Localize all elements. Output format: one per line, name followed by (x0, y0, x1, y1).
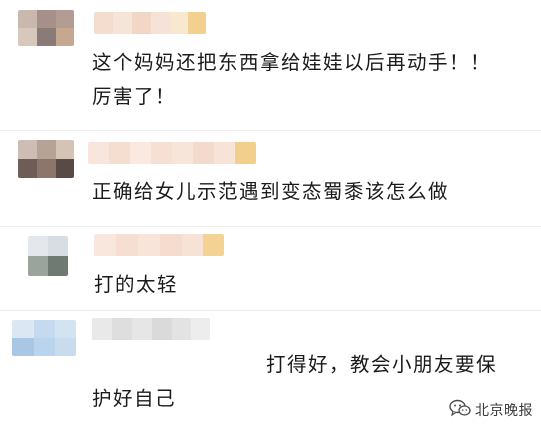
avatar[interactable] (18, 10, 74, 46)
wechat-icon (449, 399, 471, 421)
username[interactable] (88, 142, 256, 164)
avatar[interactable] (28, 236, 68, 276)
comment-text: 护好自己 (92, 387, 177, 410)
comment-item: 打的太轻 (0, 226, 541, 312)
comment-text: 打的太轻 (94, 273, 179, 296)
comment-text: 厉害了！ (92, 85, 177, 108)
comment-text: 正确给女儿示范遇到变态蜀黍该怎么做 (92, 180, 450, 203)
comment-item: 正确给女儿示范遇到变态蜀黍该怎么做 (0, 130, 541, 230)
comment-item: 这个妈妈还把东西拿给娃娃以后再动手！！ 厉害了！ (0, 0, 541, 128)
comment-text: 这个妈妈还把东西拿给娃娃以后再动手！！ (92, 51, 492, 74)
source-watermark: 北京晚报 (449, 399, 533, 421)
username[interactable] (94, 234, 224, 256)
watermark-text: 北京晚报 (475, 403, 533, 419)
username[interactable] (94, 12, 206, 34)
username[interactable] (92, 318, 210, 340)
avatar[interactable] (12, 320, 76, 356)
avatar[interactable] (18, 140, 74, 178)
comment-text: 打得好，教会小朋友要保 (266, 353, 498, 376)
